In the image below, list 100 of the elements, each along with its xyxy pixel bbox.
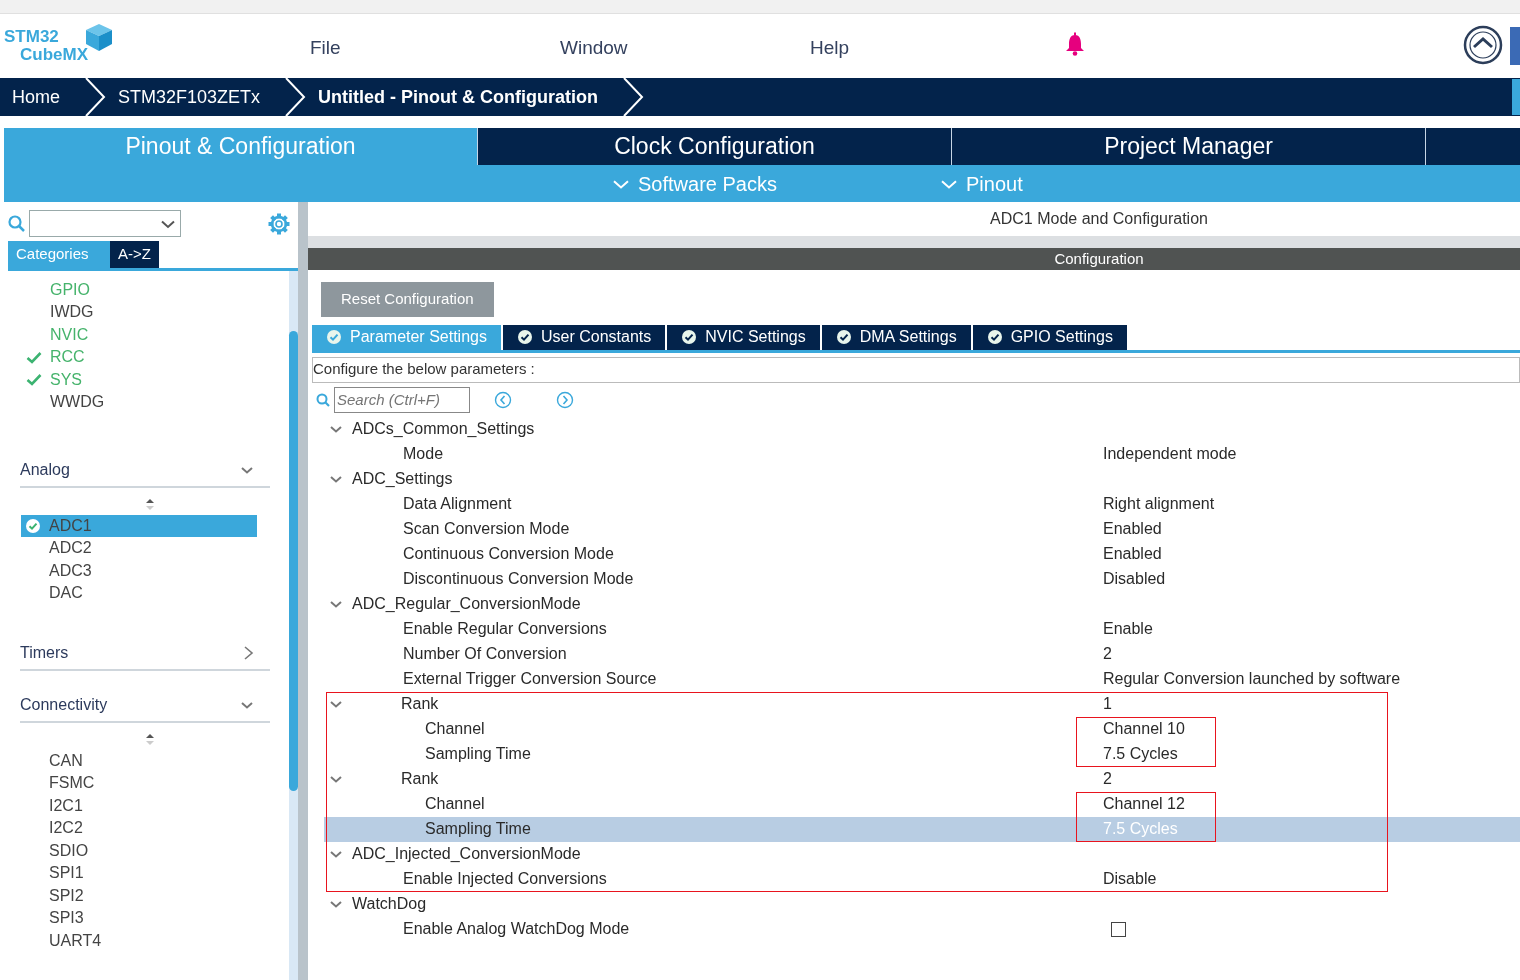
- group-label: ADC_Injected_ConversionMode: [352, 844, 581, 864]
- logo-text: CubeMX: [19, 46, 88, 64]
- tree-row[interactable]: Rank 1: [324, 691, 1520, 717]
- sidebar-item[interactable]: FSMC: [21, 772, 257, 795]
- parameter-value: Channel 10: [1103, 719, 1185, 739]
- tree-row[interactable]: WatchDog: [324, 891, 1520, 917]
- settings-tab[interactable]: User Constants: [502, 324, 668, 350]
- chevron-down-icon[interactable]: [329, 774, 343, 784]
- parameter-label: Scan Conversion Mode: [403, 519, 570, 539]
- sidebar-item[interactable]: SDIO: [21, 839, 257, 862]
- tree-row[interactable]: Sampling Time 7.5 Cycles: [324, 816, 1520, 842]
- sidebar-item[interactable]: SPI1: [21, 862, 257, 885]
- chevron-down-icon[interactable]: [329, 474, 343, 484]
- chevron-down-icon[interactable]: [329, 849, 343, 859]
- checkbox[interactable]: [1111, 921, 1126, 937]
- sort-arrows-icon: [145, 497, 155, 511]
- search-icon: [316, 392, 330, 407]
- sidebar-item[interactable]: DAC: [21, 582, 257, 605]
- scrollbar[interactable]: [289, 270, 298, 980]
- tree-row[interactable]: Enable Regular Conversions Enable: [324, 616, 1520, 642]
- group-label: ADC_Regular_ConversionMode: [352, 594, 581, 614]
- parameter-label: Discontinuous Conversion Mode: [403, 569, 634, 589]
- settings-tab[interactable]: DMA Settings: [821, 324, 973, 350]
- sidebar-item[interactable]: SPI2: [21, 884, 257, 907]
- parameter-value: Regular Conversion launched by software: [1103, 669, 1401, 689]
- chevron-separator-icon: [84, 78, 106, 116]
- tree-row[interactable]: ADC_Settings: [324, 466, 1520, 492]
- tree-row[interactable]: ADCs_Common_Settings: [324, 416, 1520, 442]
- search-field[interactable]: Search (Ctrl+F): [334, 386, 470, 413]
- parameters-heading: Configure the below parameters :: [312, 356, 1520, 383]
- parameter-label: Data Alignment: [403, 494, 512, 514]
- parameter-label: External Trigger Conversion Source: [403, 669, 657, 689]
- sidebar-item[interactable]: I2C1: [21, 794, 257, 817]
- parameter-label: Enable Regular Conversions: [403, 619, 607, 639]
- sidebar-item[interactable]: UART4: [21, 929, 257, 952]
- parameter-value: 1: [1103, 694, 1112, 714]
- chevron-down-icon[interactable]: [329, 899, 343, 909]
- group-label: WatchDog: [352, 894, 427, 914]
- breadcrumb-link[interactable]: STM32F103ZETx: [106, 83, 285, 111]
- parameter-label: Channel: [425, 794, 485, 814]
- tree-row[interactable]: Discontinuous Conversion Mode Disabled: [324, 566, 1520, 592]
- check-circle-icon: [986, 329, 1003, 345]
- tree-row[interactable]: Channel Channel 12: [324, 791, 1520, 817]
- settings-icon[interactable]: [268, 212, 290, 235]
- sidebar-item[interactable]: ADC2: [21, 537, 257, 560]
- breadcrumb-link[interactable]: Home: [0, 83, 84, 111]
- chevron-down-icon[interactable]: [329, 424, 343, 434]
- chevron-separator-icon: [622, 78, 644, 116]
- chevron-down-icon[interactable]: [329, 699, 343, 709]
- breadcrumb-link[interactable]: Untitled - Pinout & Configuration: [306, 83, 622, 111]
- sidebar-item[interactable]: I2C2: [21, 817, 257, 840]
- section-header: Configuration: [308, 248, 1520, 270]
- parameter-value: 7.5 Cycles: [1103, 744, 1178, 764]
- sidebar-item[interactable]: SPI3: [21, 907, 257, 930]
- parameter-label: Continuous Conversion Mode: [403, 544, 614, 564]
- menu-item[interactable]: File: [310, 34, 341, 63]
- parameter-value: 2: [1103, 769, 1112, 789]
- tree-row[interactable]: Mode Independent mode: [324, 441, 1520, 467]
- sidebar-item[interactable]: ADC1: [21, 514, 257, 537]
- parameter-value: Enabled: [1103, 544, 1162, 564]
- sidebar-item[interactable]: IWDG: [50, 301, 94, 324]
- parameter-label: Enable Injected Conversions: [403, 869, 607, 889]
- logo-text: STM32: [4, 28, 60, 46]
- sidebar-item[interactable]: ADC3: [21, 559, 257, 582]
- next-icon[interactable]: [556, 390, 574, 409]
- chevron-down-icon[interactable]: [329, 599, 343, 609]
- settings-tab[interactable]: NVIC Settings: [667, 324, 822, 350]
- tree-row[interactable]: Enable Injected Conversions Disable: [324, 866, 1520, 892]
- tree-row[interactable]: Scan Conversion Mode Enabled: [324, 516, 1520, 542]
- parameter-value: Enabled: [1103, 519, 1162, 539]
- settings-tab[interactable]: GPIO Settings: [972, 324, 1129, 350]
- tree-row[interactable]: ADC_Injected_ConversionMode: [324, 841, 1520, 867]
- menu-item[interactable]: Window: [560, 34, 628, 63]
- tree-row[interactable]: Sampling Time 7.5 Cycles: [324, 741, 1520, 767]
- sidebar-tab[interactable]: A->Z: [110, 241, 159, 268]
- tree-row[interactable]: Continuous Conversion Mode Enabled: [324, 541, 1520, 567]
- sidebar-item[interactable]: WWDG: [50, 391, 105, 414]
- parameter-label: Rank: [401, 769, 439, 789]
- parameter-label: Enable Analog WatchDog Mode: [403, 919, 630, 939]
- tree-row[interactable]: Rank 2: [324, 766, 1520, 792]
- sidebar-item[interactable]: CAN: [21, 749, 257, 772]
- chevron-separator-icon: [284, 78, 307, 116]
- tree-row[interactable]: Channel Channel 10: [324, 716, 1520, 742]
- tree-row[interactable]: ADC_Regular_ConversionMode: [324, 591, 1520, 617]
- check-circle-icon: [326, 329, 342, 345]
- group-label: ADCs_Common_Settings: [352, 419, 535, 439]
- tree-row[interactable]: Enable Analog WatchDog Mode: [324, 916, 1520, 942]
- section-header[interactable]: Connectivity: [20, 692, 270, 723]
- section-header[interactable]: Analog: [20, 457, 270, 488]
- tree-row[interactable]: External Trigger Conversion Source Regular Conversion launched by software: [324, 666, 1520, 692]
- parameter-value: 2: [1103, 644, 1112, 664]
- parameter-label: Number Of Conversion: [403, 644, 567, 664]
- section-header[interactable]: Timers: [20, 640, 270, 671]
- tree-row[interactable]: Data Alignment Right alignment: [324, 491, 1520, 517]
- menu-item[interactable]: Help: [810, 34, 850, 63]
- search-dropdown[interactable]: [29, 210, 181, 237]
- tree-row[interactable]: Number Of Conversion 2: [324, 641, 1520, 667]
- parameter-label: Rank: [401, 694, 439, 714]
- previous-icon[interactable]: [494, 390, 512, 409]
- parameter-label: Mode: [403, 444, 444, 464]
